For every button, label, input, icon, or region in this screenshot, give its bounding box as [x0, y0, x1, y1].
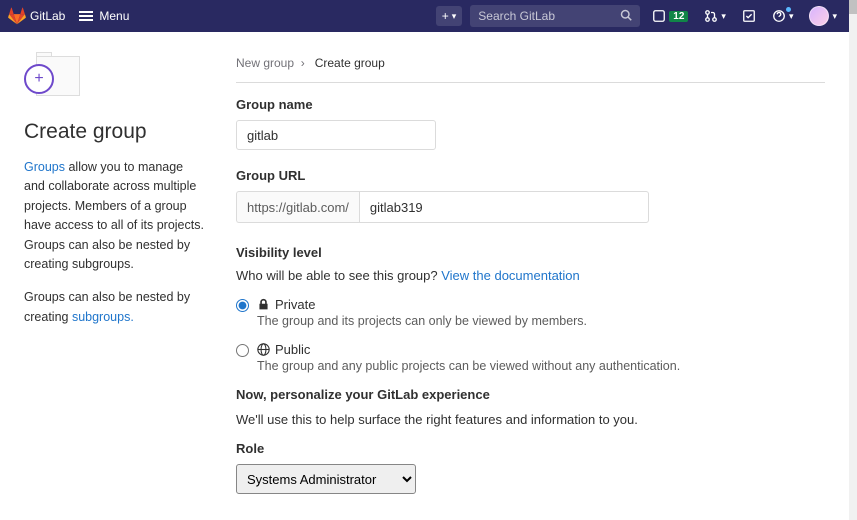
- breadcrumb: New group › Create group: [236, 56, 825, 70]
- gitlab-logo-icon: [8, 7, 26, 25]
- avatar: [809, 6, 829, 26]
- merge-requests-link[interactable]: ▾: [700, 7, 730, 25]
- chevron-down-icon: ▾: [721, 11, 726, 22]
- menu-button[interactable]: Menu: [73, 5, 135, 27]
- chevron-down-icon: ▾: [789, 11, 794, 22]
- gitlab-logo[interactable]: GitLab: [8, 7, 65, 25]
- group-url-input[interactable]: [359, 191, 649, 223]
- chevron-down-icon: ▾: [832, 11, 837, 22]
- main-form: New group › Create group Group name Grou…: [236, 56, 825, 496]
- private-desc: The group and its projects can only be v…: [257, 314, 587, 328]
- visibility-public-row[interactable]: Public The group and any public projects…: [236, 342, 825, 373]
- user-menu[interactable]: ▾: [805, 4, 841, 28]
- outer-scrollbar[interactable]: [849, 0, 857, 520]
- search-input[interactable]: [478, 9, 620, 23]
- visibility-private-radio[interactable]: [236, 299, 249, 312]
- help-link[interactable]: ▾: [768, 7, 798, 25]
- merge-request-icon: [704, 9, 718, 23]
- top-header: GitLab Menu + ▾ 12 ▾: [0, 0, 849, 32]
- new-group-illustration: +: [24, 56, 80, 102]
- help-icon: [772, 9, 786, 23]
- group-url-label: Group URL: [236, 168, 825, 183]
- visibility-private-row[interactable]: Private The group and its projects can o…: [236, 297, 825, 328]
- breadcrumb-current: Create group: [315, 56, 385, 70]
- todos-link[interactable]: [738, 7, 760, 25]
- issues-link[interactable]: 12: [648, 7, 692, 25]
- plus-circle-icon: +: [24, 64, 54, 94]
- group-name-input[interactable]: [236, 120, 436, 150]
- issues-badge: 12: [669, 11, 688, 22]
- brand-text: GitLab: [30, 9, 65, 23]
- visibility-help: Who will be able to see this group? View…: [236, 268, 825, 283]
- subgroups-link[interactable]: subgroups.: [72, 310, 134, 324]
- groups-link[interactable]: Groups: [24, 160, 65, 174]
- plus-icon: +: [442, 9, 449, 23]
- view-docs-link[interactable]: View the documentation: [441, 268, 580, 283]
- menu-label: Menu: [99, 9, 129, 23]
- role-label: Role: [236, 441, 825, 456]
- search-box[interactable]: [470, 5, 640, 27]
- group-name-label: Group name: [236, 97, 825, 112]
- lock-icon: [257, 298, 270, 311]
- public-label: Public: [275, 342, 310, 357]
- private-label: Private: [275, 297, 315, 312]
- intro-para-1: Groups allow you to manage and collabora…: [24, 158, 204, 274]
- intro-para-2: Groups can also be nested by creating su…: [24, 288, 204, 327]
- visibility-public-radio[interactable]: [236, 344, 249, 357]
- globe-icon: [257, 343, 270, 356]
- hamburger-icon: [79, 9, 93, 23]
- chevron-down-icon: ▾: [452, 11, 457, 22]
- issues-icon: [652, 9, 666, 23]
- personalize-title: Now, personalize your GitLab experience: [236, 387, 825, 402]
- visibility-label: Visibility level: [236, 245, 825, 260]
- role-select[interactable]: Systems Administrator: [236, 464, 416, 494]
- todo-icon: [742, 9, 756, 23]
- scrollbar-thumb[interactable]: [849, 0, 857, 14]
- divider: [236, 82, 825, 83]
- new-dropdown[interactable]: + ▾: [436, 6, 463, 26]
- page-title: Create group: [24, 120, 204, 144]
- content-area: + Create group Groups allow you to manag…: [0, 32, 849, 520]
- public-desc: The group and any public projects can be…: [257, 359, 680, 373]
- left-sidebar: + Create group Groups allow you to manag…: [24, 56, 204, 496]
- group-url-prefix: https://gitlab.com/: [236, 191, 359, 223]
- personalize-sub: We'll use this to help surface the right…: [236, 412, 825, 427]
- search-icon: [620, 9, 632, 24]
- breadcrumb-root[interactable]: New group: [236, 56, 294, 70]
